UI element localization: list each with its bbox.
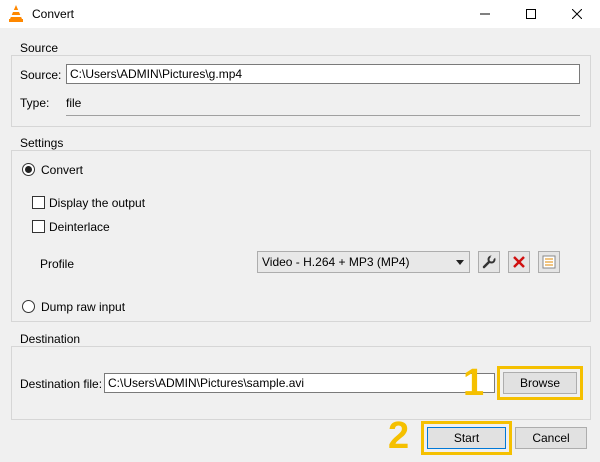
maximize-icon xyxy=(526,9,536,19)
browse-highlight-box xyxy=(497,366,583,400)
edit-profile-button[interactable] xyxy=(478,251,500,273)
display-output-label: Display the output xyxy=(49,196,146,210)
maximize-button[interactable] xyxy=(508,0,554,28)
destination-file-input[interactable]: C:\Users\ADMIN\Pictures\sample.avi xyxy=(104,373,495,393)
close-icon xyxy=(572,9,582,19)
new-profile-button[interactable] xyxy=(538,251,560,273)
source-input[interactable]: C:\Users\ADMIN\Pictures\g.mp4 xyxy=(66,64,580,84)
source-separator xyxy=(66,115,580,116)
new-profile-icon xyxy=(542,255,556,269)
dump-raw-label: Dump raw input xyxy=(41,300,126,314)
destination-file-label: Destination file: xyxy=(20,377,103,391)
convert-radio[interactable] xyxy=(22,163,35,176)
destination-group-label: Destination xyxy=(18,332,83,346)
display-output-checkbox[interactable] xyxy=(32,196,45,209)
delete-profile-button[interactable] xyxy=(508,251,530,273)
deinterlace-checkbox[interactable] xyxy=(32,220,45,233)
convert-label: Convert xyxy=(41,163,84,177)
wrench-icon xyxy=(482,255,496,269)
deinterlace-label: Deinterlace xyxy=(49,220,110,234)
settings-group xyxy=(11,150,591,322)
cancel-button[interactable]: Cancel xyxy=(515,427,587,449)
minimize-button[interactable] xyxy=(462,0,508,28)
type-label: Type: xyxy=(20,96,50,110)
chevron-down-icon xyxy=(456,260,464,265)
step-1-annotation: 1 xyxy=(463,362,485,404)
minimize-icon xyxy=(480,13,490,15)
start-highlight-box xyxy=(421,421,512,455)
profile-label: Profile xyxy=(40,257,75,271)
vlc-cone-icon xyxy=(9,5,23,22)
delete-x-icon xyxy=(513,256,525,268)
profile-selected-value: Video - H.264 + MP3 (MP4) xyxy=(262,255,410,269)
settings-group-label: Settings xyxy=(18,136,66,150)
close-button[interactable] xyxy=(554,0,600,28)
cancel-button-label: Cancel xyxy=(532,431,570,445)
source-label: Source: xyxy=(20,68,62,82)
source-group-label: Source xyxy=(18,41,61,55)
title-bar: Convert xyxy=(0,0,600,28)
dump-raw-radio[interactable] xyxy=(22,300,35,313)
window-title: Convert xyxy=(32,7,75,21)
profile-select[interactable]: Video - H.264 + MP3 (MP4) xyxy=(257,251,470,273)
type-value: file xyxy=(66,96,82,110)
step-2-annotation: 2 xyxy=(388,415,410,457)
